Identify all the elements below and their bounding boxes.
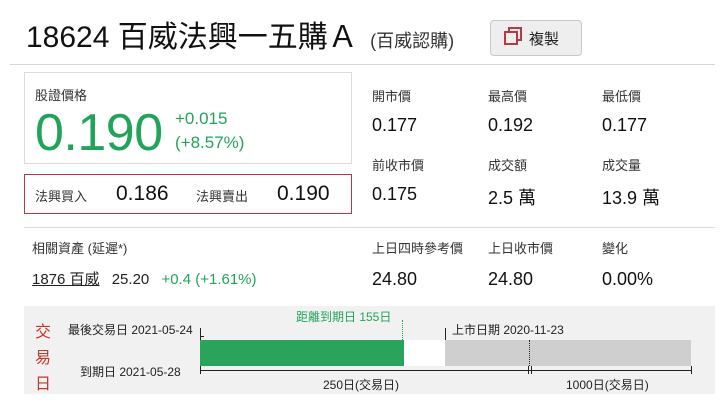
low-label: 最低價: [602, 89, 642, 104]
bid-value: 0.186: [116, 182, 169, 205]
stock-type: (百威認購): [370, 31, 455, 51]
pre-listing-bar: [445, 340, 691, 366]
low-value: 0.177: [602, 115, 648, 135]
bid-label: 法興買入: [35, 189, 88, 204]
page-title: 18624 百威法興一五購Ａ (百威認購): [26, 18, 454, 61]
change-label: 變化: [602, 241, 629, 256]
price-label: 股證價格: [35, 88, 88, 103]
stock-code: 18624: [26, 21, 110, 54]
turnover-label: 成交額: [488, 158, 528, 173]
header: 18624 百威法興一五購Ａ (百威認購) 複製: [0, 0, 725, 66]
scale-tick: [528, 366, 529, 374]
ask-label: 法興賣出: [196, 189, 249, 204]
divider: [10, 64, 715, 65]
price-change: +0.015: [175, 109, 228, 128]
copy-label: 複製: [529, 30, 560, 48]
timeline-char-2: 易: [34, 350, 51, 367]
change-value: 0.00%: [602, 269, 654, 289]
open-label: 開市價: [372, 89, 412, 104]
related-asset-link[interactable]: 1876 百威: [32, 271, 100, 288]
related-asset-row: 1876 百威 25.20 +0.4 (+1.61%): [32, 268, 257, 289]
scale-divider: [529, 340, 530, 366]
stock-name: 百威法興一五購Ａ: [117, 21, 358, 54]
scale-line: [200, 370, 691, 371]
related-asset-label: 相關資產 (延遲*): [32, 241, 128, 256]
ref-price-label: 上日四時參考價: [372, 241, 464, 256]
elapsed-bar: [200, 340, 404, 366]
prev-close-value: 0.175: [372, 184, 418, 204]
scale-tick: [200, 366, 201, 374]
span-250-label: 250日(交易日): [323, 378, 400, 392]
days-to-expiry: 距離到期日 155日: [296, 310, 392, 324]
divider: [24, 227, 715, 228]
price-value: 0.190: [35, 104, 163, 162]
timeline-char-1: 交: [34, 324, 51, 341]
prev-day-close-value: 24.80: [488, 269, 534, 289]
ref-price-value: 24.80: [372, 269, 418, 289]
related-asset-price: 25.20: [111, 271, 150, 288]
trading-day-timeline: 交 易 日 最後交易日 2021-05-24 距離到期日 155日 上市日期 2…: [24, 306, 715, 394]
turnover-value: 2.5 萬: [488, 188, 537, 208]
listing-date: 上市日期 2020-11-23: [452, 323, 564, 337]
span-1000-label: 1000日(交易日): [566, 378, 649, 392]
high-label: 最高價: [488, 89, 528, 104]
related-asset-change: +0.4 (+1.61%): [161, 271, 257, 288]
last-trade-date: 最後交易日 2021-05-24: [68, 323, 193, 337]
volume-value: 13.9 萬: [602, 188, 661, 208]
prev-day-close-label: 上日收市價: [488, 241, 554, 256]
open-value: 0.177: [372, 115, 418, 135]
price-panel: 股證價格 0.190 +0.015 (+8.57%): [24, 72, 352, 164]
timeline-char-3: 日: [34, 376, 51, 393]
prev-close-label: 前收市價: [372, 158, 425, 173]
today-marker: [402, 320, 403, 340]
copy-icon: [503, 26, 523, 51]
copy-button[interactable]: 複製: [490, 20, 582, 56]
scale-tick: [531, 366, 532, 374]
scale-tick: [691, 366, 692, 374]
bid-ask-panel: 法興買入 0.186 法興賣出 0.190: [24, 174, 352, 214]
listing-marker: [445, 328, 446, 340]
expiry-date: 到期日 2021-05-28: [80, 365, 181, 379]
last-trade-marker: [200, 328, 201, 340]
ask-value: 0.190: [277, 182, 330, 205]
price-change-pct: (+8.57%): [175, 133, 245, 152]
high-value: 0.192: [488, 115, 534, 135]
remaining-bar: [404, 340, 445, 366]
timeline-vertical-label: 交 易 日: [34, 320, 52, 398]
volume-label: 成交量: [602, 158, 642, 173]
